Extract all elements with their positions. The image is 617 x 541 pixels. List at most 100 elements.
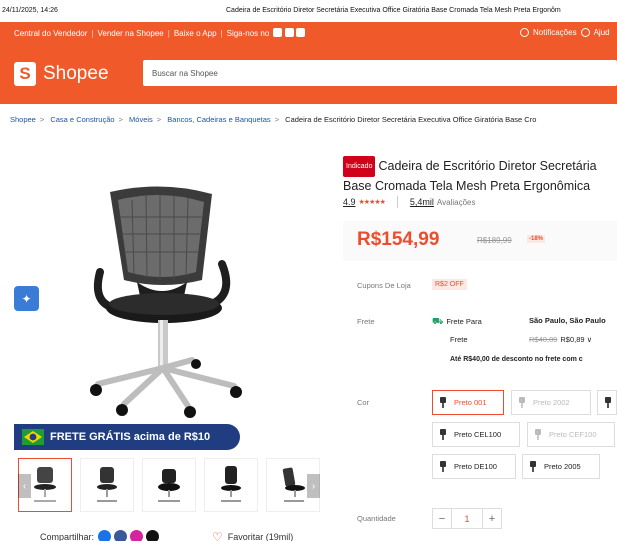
variant-option[interactable]: Preto 2005 [522,454,600,479]
sell-link[interactable]: Vender na Shopee [97,29,163,38]
breadcrumb-current: Cadeira de Escritório Diretor Secretária… [285,115,537,124]
chair-icon [519,397,525,408]
shipping-fee[interactable]: R$40,89 R$0,89 ∨ [529,335,592,344]
variant-option[interactable]: Preto DE100 [432,454,516,479]
chair-icon [440,429,446,440]
notifications-link[interactable]: Notificações [533,28,577,37]
thumbnail-strip [18,458,320,514]
variant-label: Preto 2002 [533,398,570,407]
follow-us-label: Siga-nos no [226,29,270,38]
quantity-value[interactable]: 1 [452,508,482,529]
free-shipping-banner: FRETE GRÁTIS acima de R$10 [14,424,240,450]
shipping-label: Frete [357,317,375,326]
recommended-tag: Indicado [343,156,376,177]
rating-score[interactable]: 4.9 [343,197,356,207]
rating-count-label: Avaliações [436,197,476,207]
variant-label: Preto CEL100 [454,430,502,439]
x-icon[interactable] [146,530,160,541]
coupon-badge[interactable]: R$2 OFF [432,279,467,290]
product-title-line1: Cadeira de Escritório Diretor Secretária [378,159,597,173]
favorite-label: Favoritar (19mil) [227,532,294,541]
thumbnail-prev-button[interactable]: ‹ [18,474,31,498]
messenger-icon[interactable] [98,530,112,541]
variant-option[interactable]: Preto CEL100 [432,422,520,447]
quantity-stepper: − 1 + [432,508,502,529]
shopee-bag-icon: S [14,62,36,86]
shipping-to-label: Frete Para [446,317,482,326]
search-input[interactable] [143,60,617,86]
variant-option[interactable] [597,390,617,415]
variant-label: Preto 001 [454,398,487,407]
thumbnail-chair-image [34,467,56,502]
variant-label: Preto CEF100 [549,430,597,439]
breadcrumb-item[interactable]: Casa e Construção [50,115,114,124]
product-title-line2: Base Cromada Tela Mesh Preta Ergonômica [343,179,591,193]
pinterest-icon[interactable] [130,530,144,541]
shipping-fee-label: Frete [450,335,468,344]
help-icon [580,28,590,37]
download-app-link[interactable]: Baixe o App [174,29,217,38]
bell-icon [520,28,529,37]
coupons-label: Cupons De Loja [357,281,411,290]
search-box [143,60,617,86]
thumbnail-chair-image [97,467,117,502]
thumbnail[interactable] [142,458,196,512]
brazil-flag-icon [22,429,44,445]
product-title: Indicado Cadeira de Escritório Diretor Se… [343,156,617,196]
share-row: Compartilhar: [40,530,160,541]
print-date: 24/11/2025, 14:26 [2,7,58,14]
header: S Shopee [0,44,617,104]
print-header: 24/11/2025, 14:26 Cadeira de Escritório … [0,0,617,22]
current-price: R$154,99 [357,229,440,250]
original-price: R$189,99 [477,236,512,245]
linkedin-icon[interactable] [295,28,305,37]
color-label: Cor [357,398,370,407]
seller-center-link[interactable]: Central do Vendedor [14,29,87,38]
star-rating-icon: ★★★★★ [358,199,386,206]
thumbnail[interactable] [80,458,134,512]
chair-icon [440,397,446,408]
instagram-icon[interactable] [284,28,294,37]
breadcrumb-item[interactable]: Bancos, Cadeiras e Banquetas [167,115,270,124]
rating-count[interactable]: 5,4mil [410,197,434,207]
variant-option[interactable]: Preto 2002 [511,390,591,415]
help-link[interactable]: Ajud [594,28,610,37]
thumbnail-next-button[interactable]: › [307,474,320,498]
shipping-destination[interactable]: São Paulo, São Paulo [529,316,606,325]
favorite-button[interactable]: ♡ Favoritar (19mil) [212,530,293,541]
price-box: R$154,99 R$189,99 -18% [343,221,617,261]
breadcrumb-item[interactable]: Shopee [10,115,36,124]
heart-icon: ♡ [212,530,223,541]
share-label: Compartilhar: [40,531,95,541]
rating-row: 4.9 ★★★★★ 5,4mil Avaliações [343,196,475,208]
breadcrumb: Shopee > Casa e Construção > Móveis > Banco… [10,115,537,124]
quantity-label: Quantidade [357,514,396,523]
shipping-fee-value: R$0,89 ∨ [560,335,593,344]
facebook-icon[interactable] [273,28,283,37]
discount-badge: -18% [527,235,546,243]
chair-icon [530,461,536,472]
thumbnail[interactable] [204,458,258,512]
chair-icon [440,461,446,472]
variant-option[interactable]: Preto 001 [432,390,504,415]
facebook-share-icon[interactable] [114,530,128,541]
breadcrumb-item[interactable]: Móveis [129,115,153,124]
thumbnail-chair-image [158,469,180,502]
variant-label: Preto 2005 [544,462,581,471]
quantity-increase-button[interactable]: + [482,508,502,529]
quantity-decrease-button[interactable]: − [432,508,452,529]
chair-icon [535,429,541,440]
shipping-to: ⛟ Frete Para [432,316,482,328]
top-nav: Central do Vendedor | Vender na Shopee |… [0,22,617,44]
gallery-badge-icon[interactable]: ✦ [14,286,39,311]
variant-option[interactable]: Preto CEF100 [527,422,615,447]
truck-icon: ⛟ [432,316,444,326]
thumbnail-chair-image [282,467,305,502]
shopee-logo[interactable]: S Shopee [14,62,109,86]
product-main-image[interactable] [62,172,262,422]
logo-text: Shopee [43,63,109,84]
thumbnail-chair-image [221,466,241,502]
free-shipping-text: FRETE GRÁTIS acima de R$10 [50,431,211,443]
shipping-discount-note: Até R$40,00 de desconto no frete com c [450,356,583,363]
shipping-old-fee: R$40,89 [529,335,558,344]
